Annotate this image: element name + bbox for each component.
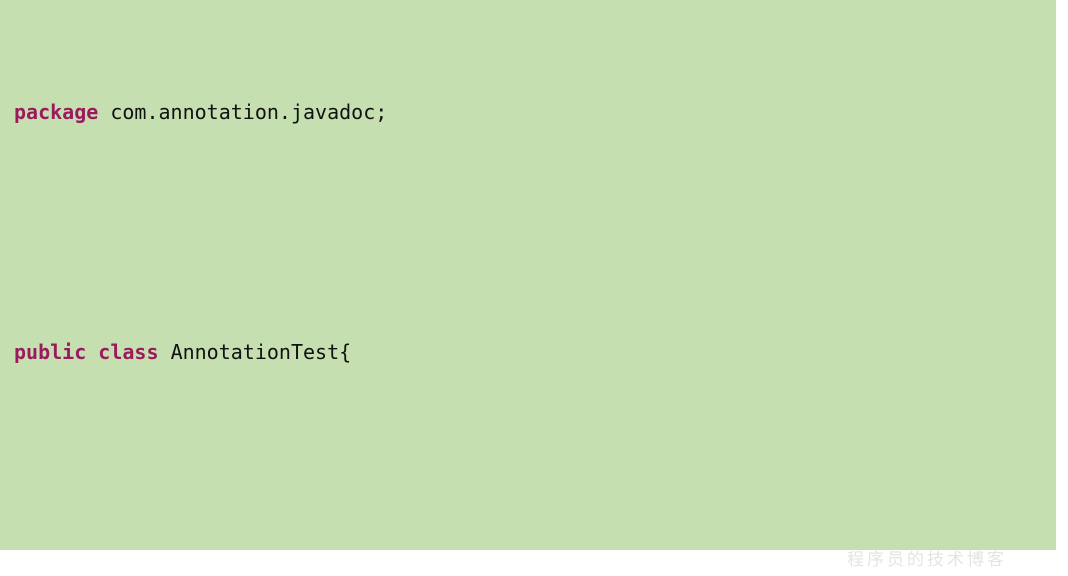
space-2 — [159, 340, 171, 364]
code-line-1: package com.annotation.javadoc; — [14, 97, 1044, 127]
class-name: AnnotationTest{ — [170, 340, 352, 364]
keyword-class: class — [98, 340, 159, 364]
watermark: 程序员的技术博客 — [847, 550, 1062, 576]
code-line-2-blank — [14, 217, 1044, 247]
keyword-public-class: public — [14, 340, 87, 364]
watermark-text: 程序员的技术博客 — [847, 550, 1007, 570]
keyword-package: package — [14, 100, 99, 124]
code-editor-panel[interactable]: package com.annotation.javadoc; public c… — [0, 0, 1056, 550]
space-1 — [86, 340, 98, 364]
package-path: com.annotation.javadoc; — [110, 100, 388, 124]
code-line-3: public class AnnotationTest{ — [14, 337, 1044, 367]
source-code-block[interactable]: package com.annotation.javadoc; public c… — [14, 7, 1044, 550]
screenshot-root: package com.annotation.javadoc; public c… — [0, 0, 1068, 570]
code-line-4-blank — [14, 457, 1044, 487]
package-name — [98, 100, 110, 124]
